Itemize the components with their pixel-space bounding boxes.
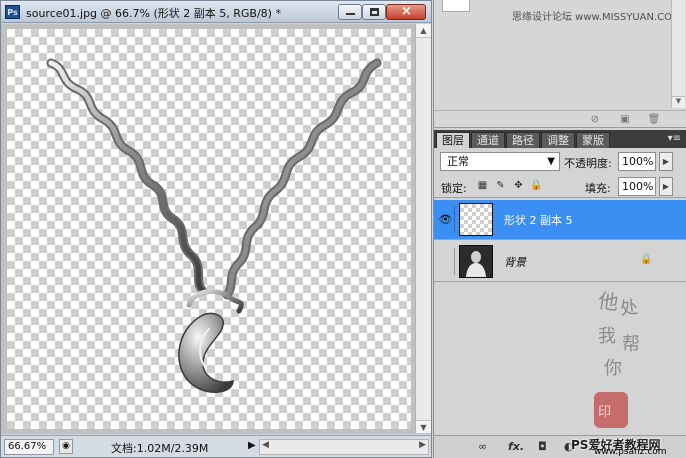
chain-left-shadow (46, 58, 208, 296)
close-icon: × (401, 4, 412, 19)
blend-mode-select[interactable]: 正常 ▼ (440, 152, 560, 171)
canvas-area[interactable] (1, 24, 415, 434)
opacity-field[interactable]: 100% (618, 152, 656, 171)
visibility-eye-icon[interactable]: 👁 (437, 206, 455, 233)
layer-style-fx-icon[interactable]: fx. (508, 440, 524, 453)
tab-channels[interactable]: 通道 (471, 132, 505, 148)
lock-icon: 🔒 (640, 254, 653, 265)
visibility-toggle[interactable] (437, 248, 455, 275)
chain-right (224, 60, 380, 298)
history-scrollbar[interactable]: ▼ (671, 0, 685, 108)
scroll-left-icon[interactable]: ◀ (262, 440, 269, 450)
history-toolbar: ⊘ ▣ 🗑 (434, 110, 686, 128)
minimize-button[interactable] (338, 4, 362, 20)
svg-text:他: 他 (597, 288, 620, 315)
lock-row: 锁定: ▦ ✎ ✥ 🔒 填充: 100% ▶ (434, 176, 686, 198)
photoshop-app-icon: Ps (5, 5, 20, 19)
pendant-bail (186, 288, 244, 314)
status-menu-arrow-icon[interactable]: ▶ (248, 440, 256, 451)
trash-icon[interactable]: 🗑 (647, 113, 661, 126)
lock-move-icon[interactable]: ✥ (512, 179, 525, 192)
right-panel-dock: 思缘设计论坛 www.MISSYUAN.COM ▼ ⊘ ▣ 🗑 图层 通道 路径… (433, 0, 686, 458)
portrait-thumbnail (466, 251, 486, 277)
lock-transparency-icon[interactable]: ▦ (476, 179, 489, 192)
status-bar: 66.67% ◉ 文档:1.02M/2.39M ▶ ◀ ▶ (1, 435, 431, 457)
lock-label: 锁定: (441, 182, 467, 195)
lock-all-icon[interactable]: 🔒 (530, 179, 543, 192)
chevron-down-icon: ▼ (547, 156, 555, 167)
transparent-canvas[interactable] (7, 29, 411, 429)
tab-masks[interactable]: 蒙版 (576, 132, 610, 148)
chain-left (48, 60, 206, 294)
vertical-scrollbar[interactable]: ▲ ▼ (415, 24, 431, 434)
minimize-icon (346, 13, 355, 15)
document-title-bar[interactable]: Ps source01.jpg @ 66.7% (形状 2 副本 5, RGB/… (1, 1, 431, 23)
blend-mode-row: 正常 ▼ 不透明度: 100% ▶ (434, 149, 686, 173)
add-mask-icon[interactable]: ◘ (538, 440, 547, 453)
horizontal-scrollbar[interactable]: ◀ ▶ (259, 439, 429, 455)
photoshop-workspace: Ps source01.jpg @ 66.7% (形状 2 副本 5, RGB/… (0, 0, 686, 458)
fill-slider-button[interactable]: ▶ (659, 177, 673, 196)
no-entry-icon[interactable]: ⊘ (588, 113, 602, 126)
fill-label: 填充: (585, 182, 611, 195)
scroll-down-icon[interactable]: ▼ (672, 96, 685, 108)
close-button[interactable]: × (386, 4, 426, 20)
maximize-icon (370, 8, 379, 16)
tab-paths[interactable]: 路径 (506, 132, 540, 148)
document-window: Ps source01.jpg @ 66.7% (形状 2 副本 5, RGB/… (0, 0, 432, 458)
panel-menu-icon[interactable]: ▾≡ (668, 133, 681, 144)
svg-text:我: 我 (598, 326, 616, 347)
layer-thumbnail (459, 245, 493, 278)
layer-row-background[interactable]: 背景 🔒 (434, 242, 686, 282)
layer-name[interactable]: 形状 2 副本 5 (504, 212, 573, 228)
layer-row-selected[interactable]: 👁 形状 2 副本 5 (434, 200, 686, 240)
zoom-level-field[interactable]: 66.67% (4, 439, 54, 455)
status-info-icon[interactable]: ◉ (59, 439, 73, 454)
site-credit-text: 思缘设计论坛 www.MISSYUAN.COM (512, 12, 681, 23)
svg-text:你: 你 (604, 358, 622, 379)
opacity-label: 不透明度: (564, 157, 612, 170)
history-snapshot-thumbnail[interactable] (442, 0, 470, 12)
link-layers-icon[interactable]: ∞ (478, 440, 487, 453)
necklace-artwork (46, 58, 382, 393)
lock-brush-icon[interactable]: ✎ (494, 179, 507, 192)
chain-right-shadow (222, 58, 382, 300)
scroll-down-icon[interactable]: ▼ (416, 420, 431, 434)
pendant-leaf (178, 312, 234, 393)
history-panel: 思缘设计论坛 www.MISSYUAN.COM ▼ (434, 0, 686, 110)
layers-list-empty-area[interactable]: 他 处 我 帮 你 印 (434, 284, 686, 434)
fill-field[interactable]: 100% (618, 177, 656, 196)
scroll-up-icon[interactable]: ▲ (416, 24, 431, 38)
svg-text:帮: 帮 (622, 334, 640, 355)
tab-adjustments[interactable]: 调整 (541, 132, 575, 148)
layers-panel-tabs: 图层 通道 路径 调整 蒙版 ▾≡ (434, 130, 686, 148)
scroll-right-icon[interactable]: ▶ (419, 440, 426, 450)
svg-text:印: 印 (598, 405, 611, 420)
layer-thumbnail (459, 203, 493, 236)
maximize-button[interactable] (362, 4, 386, 20)
opacity-slider-button[interactable]: ▶ (659, 152, 673, 171)
new-document-icon[interactable]: ▣ (618, 113, 632, 126)
layer-name[interactable]: 背景 (504, 254, 526, 270)
calligraphy-seal-decoration: 他 处 我 帮 你 印 (594, 288, 640, 428)
tab-layers[interactable]: 图层 (436, 132, 470, 148)
svg-text:处: 处 (619, 297, 639, 320)
document-title: source01.jpg @ 66.7% (形状 2 副本 5, RGB/8) … (26, 7, 281, 20)
watermark-url: www.psahz.com (594, 447, 667, 457)
document-size-info: 文档:1.02M/2.39M (111, 442, 209, 455)
blend-mode-value: 正常 (447, 155, 469, 168)
